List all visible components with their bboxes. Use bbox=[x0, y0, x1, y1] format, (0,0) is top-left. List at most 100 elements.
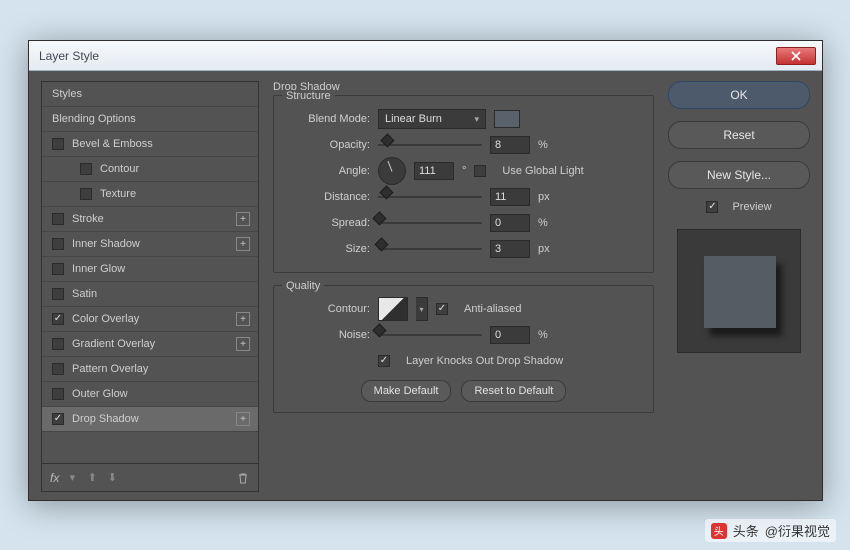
angle-input[interactable] bbox=[414, 162, 454, 180]
contour-dropdown[interactable]: ▾ bbox=[416, 297, 428, 321]
spread-input[interactable] bbox=[490, 214, 530, 232]
style-checkbox[interactable] bbox=[52, 138, 64, 150]
blending-options-row[interactable]: Blending Options bbox=[42, 107, 258, 132]
style-row-inner-glow[interactable]: Inner Glow bbox=[42, 257, 258, 282]
window-title: Layer Style bbox=[35, 49, 776, 63]
style-checkbox[interactable] bbox=[52, 213, 64, 225]
style-label: Drop Shadow bbox=[72, 413, 139, 425]
quality-label: Quality bbox=[282, 280, 324, 292]
style-label: Outer Glow bbox=[72, 388, 128, 400]
add-effect-button[interactable]: + bbox=[236, 237, 250, 251]
style-row-color-overlay[interactable]: Color Overlay+ bbox=[42, 307, 258, 332]
knockout-checkbox[interactable] bbox=[378, 355, 390, 367]
style-checkbox[interactable] bbox=[80, 188, 92, 200]
styles-header[interactable]: Styles bbox=[42, 82, 258, 107]
style-label: Inner Glow bbox=[72, 263, 125, 275]
effect-settings-panel: Drop Shadow Structure Blend Mode: Linear… bbox=[273, 81, 654, 492]
style-row-outer-glow[interactable]: Outer Glow bbox=[42, 382, 258, 407]
noise-unit: % bbox=[538, 329, 548, 341]
blend-mode-label: Blend Mode: bbox=[284, 113, 370, 125]
style-row-pattern-overlay[interactable]: Pattern Overlay bbox=[42, 357, 258, 382]
style-row-bevel-emboss[interactable]: Bevel & Emboss bbox=[42, 132, 258, 157]
antialias-checkbox[interactable] bbox=[436, 303, 448, 315]
distance-label: Distance: bbox=[284, 191, 370, 203]
use-global-light-label: Use Global Light bbox=[502, 165, 583, 177]
arrow-up-icon[interactable]: ⬆ bbox=[85, 471, 99, 485]
blend-mode-select[interactable]: Linear Burn ▾ bbox=[378, 109, 486, 129]
knockout-label: Layer Knocks Out Drop Shadow bbox=[406, 355, 563, 367]
make-default-button[interactable]: Make Default bbox=[361, 380, 452, 402]
titlebar[interactable]: Layer Style bbox=[29, 41, 822, 71]
add-effect-button[interactable]: + bbox=[236, 212, 250, 226]
layer-style-dialog: Layer Style Styles Blending Options Beve… bbox=[28, 40, 823, 501]
chevron-down-icon: ▾ bbox=[474, 114, 479, 125]
trash-icon[interactable] bbox=[236, 471, 250, 485]
spread-label: Spread: bbox=[284, 217, 370, 229]
structure-label: Structure bbox=[282, 90, 335, 102]
style-checkbox[interactable] bbox=[52, 313, 64, 325]
spread-slider[interactable] bbox=[378, 216, 482, 230]
close-icon bbox=[791, 51, 801, 61]
style-checkbox[interactable] bbox=[52, 413, 64, 425]
style-checkbox[interactable] bbox=[52, 388, 64, 400]
use-global-light-checkbox[interactable] bbox=[474, 165, 486, 177]
style-row-inner-shadow[interactable]: Inner Shadow + bbox=[42, 232, 258, 257]
size-slider[interactable] bbox=[378, 242, 482, 256]
style-label: Contour bbox=[100, 163, 139, 175]
size-input[interactable] bbox=[490, 240, 530, 258]
add-effect-button[interactable]: + bbox=[236, 312, 250, 326]
spread-unit: % bbox=[538, 217, 548, 229]
style-row-contour[interactable]: Contour bbox=[42, 157, 258, 182]
style-row-stroke[interactable]: Stroke+ bbox=[42, 207, 258, 232]
watermark: 头 头条 @衍果视觉 bbox=[705, 519, 836, 542]
style-label: Pattern Overlay bbox=[72, 363, 148, 375]
opacity-input[interactable] bbox=[490, 136, 530, 154]
watermark-icon: 头 bbox=[711, 523, 727, 539]
add-effect-button[interactable]: + bbox=[236, 337, 250, 351]
antialias-label: Anti-aliased bbox=[464, 303, 521, 315]
ok-button[interactable]: OK bbox=[668, 81, 810, 109]
style-checkbox[interactable] bbox=[52, 363, 64, 375]
fx-label[interactable]: fx bbox=[50, 471, 59, 485]
styles-list: Styles Blending Options Bevel & Emboss Co… bbox=[41, 81, 259, 464]
blend-mode-value: Linear Burn bbox=[385, 113, 442, 125]
distance-unit: px bbox=[538, 191, 550, 203]
styles-footer: fx ▾ ⬆ ⬇ bbox=[41, 464, 259, 492]
reset-button[interactable]: Reset bbox=[668, 121, 810, 149]
style-checkbox[interactable] bbox=[52, 238, 64, 250]
arrow-down-icon[interactable]: ⬇ bbox=[105, 471, 119, 485]
style-label: Gradient Overlay bbox=[72, 338, 155, 350]
shadow-color-swatch[interactable] bbox=[494, 110, 520, 128]
angle-label: Angle: bbox=[284, 165, 370, 177]
add-effect-button[interactable]: + bbox=[236, 412, 250, 426]
style-row-satin[interactable]: Satin bbox=[42, 282, 258, 307]
noise-slider[interactable] bbox=[378, 328, 482, 342]
noise-input[interactable] bbox=[490, 326, 530, 344]
opacity-slider[interactable] bbox=[378, 138, 482, 152]
angle-dial[interactable] bbox=[378, 157, 406, 185]
style-checkbox[interactable] bbox=[52, 288, 64, 300]
distance-input[interactable] bbox=[490, 188, 530, 206]
style-label: Satin bbox=[72, 288, 97, 300]
preview-checkbox[interactable] bbox=[706, 201, 718, 213]
style-label: Inner Shadow bbox=[72, 238, 140, 250]
style-row-texture[interactable]: Texture bbox=[42, 182, 258, 207]
quality-group: Quality Contour: ▾ Anti-aliased Noise: % bbox=[273, 285, 654, 413]
style-checkbox[interactable] bbox=[52, 338, 64, 350]
style-checkbox[interactable] bbox=[52, 263, 64, 275]
style-row-drop-shadow[interactable]: Drop Shadow + bbox=[42, 407, 258, 432]
style-label: Bevel & Emboss bbox=[72, 138, 153, 150]
style-row-gradient-overlay[interactable]: Gradient Overlay + bbox=[42, 332, 258, 357]
style-checkbox[interactable] bbox=[80, 163, 92, 175]
window-close-button[interactable] bbox=[776, 47, 816, 65]
new-style-button[interactable]: New Style... bbox=[668, 161, 810, 189]
chevron-down-icon[interactable]: ▾ bbox=[65, 471, 79, 485]
blending-options-label: Blending Options bbox=[52, 113, 136, 125]
contour-thumbnail[interactable] bbox=[378, 297, 408, 321]
opacity-label: Opacity: bbox=[284, 139, 370, 151]
reset-default-button[interactable]: Reset to Default bbox=[461, 380, 566, 402]
styles-column: Styles Blending Options Bevel & Emboss Co… bbox=[41, 81, 259, 492]
distance-slider[interactable] bbox=[378, 190, 482, 204]
preview-label: Preview bbox=[732, 201, 771, 213]
preview-box bbox=[677, 229, 801, 353]
